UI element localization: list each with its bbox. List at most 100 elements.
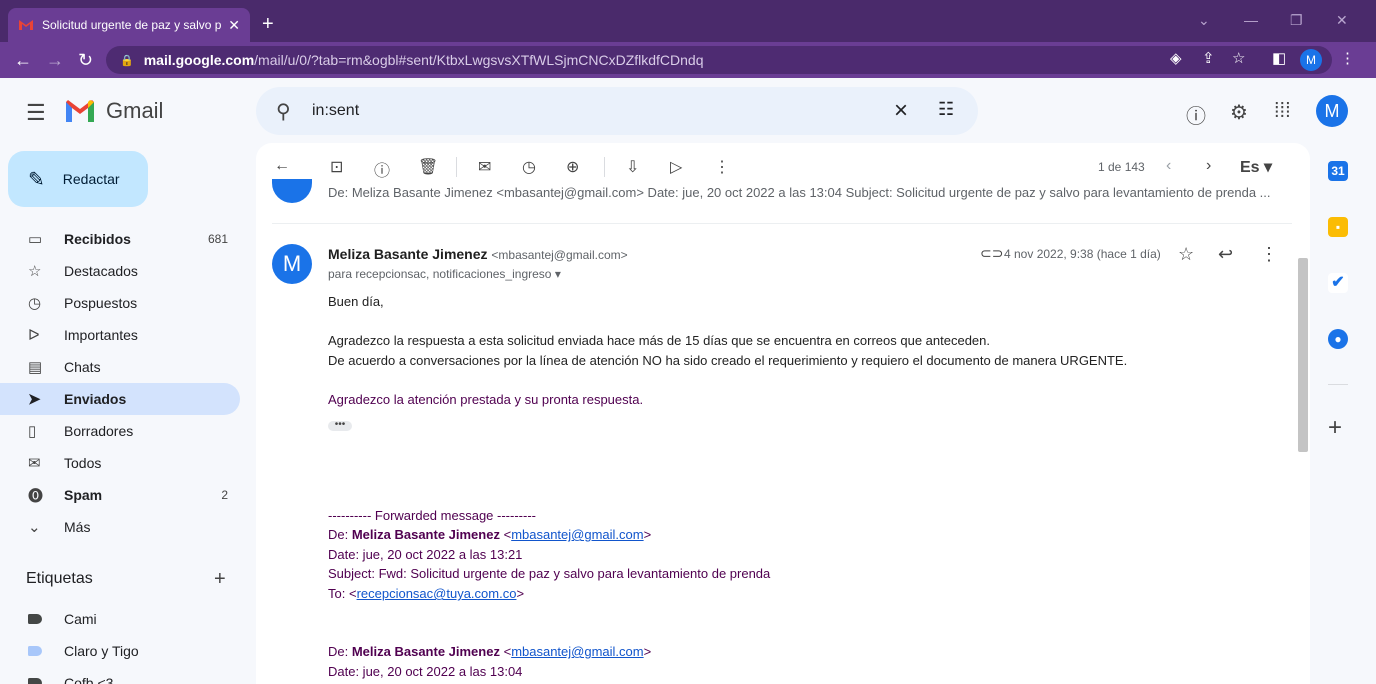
reply-icon[interactable]: ↩ — [1218, 244, 1233, 265]
message-more-icon[interactable]: ⋮ — [1260, 244, 1278, 265]
sidebar-item-label: Importantes — [64, 327, 138, 343]
sidebar-item-label: Recibidos — [64, 231, 131, 247]
sidebar-item-label: Más — [64, 519, 91, 535]
prev-page-icon[interactable]: ‹ — [1166, 157, 1171, 175]
tab-search-icon[interactable]: ⌄ — [1198, 12, 1210, 29]
lock-icon: 🔒 — [120, 54, 134, 67]
forwarded-from: De: Meliza Basante Jimenez <mbasantej@gm… — [328, 527, 652, 542]
forwarded-subject: Subject: Fwd: Solicitud urgente de paz y… — [328, 566, 771, 581]
eye-icon[interactable]: ◈ — [1170, 49, 1182, 67]
sidebar-item-chats[interactable]: ▤ Chats — [0, 351, 240, 383]
mark-unread-icon[interactable]: ✉ — [478, 157, 491, 177]
more-options-icon[interactable]: ⋮ — [714, 157, 730, 177]
label-name: Cami — [64, 611, 97, 627]
show-trimmed-button[interactable]: ••• — [328, 420, 352, 431]
add-label-icon[interactable]: + — [214, 568, 226, 591]
label-icon[interactable]: ▷ — [670, 157, 682, 177]
compose-button[interactable]: ✎ Redactar — [8, 151, 148, 207]
get-addons-icon[interactable]: + — [1328, 414, 1342, 442]
recipients-line[interactable]: para recepcionsac, notificaciones_ingres… — [328, 267, 561, 281]
forwarded-from-name: Meliza Basante Jimenez — [351, 527, 500, 542]
label-item[interactable]: Claro y Tigo — [28, 635, 139, 667]
sidebar-item-spam[interactable]: ⓿ Spam 2 — [0, 479, 240, 511]
apps-grid-icon[interactable]: ⁞⁞⁞ — [1274, 100, 1291, 123]
recipients-dropdown-icon[interactable]: ▾ — [555, 267, 561, 281]
sidebar-item-label: Enviados — [64, 391, 127, 407]
share-icon[interactable]: ⇪ — [1202, 49, 1215, 67]
star-icon: ☆ — [28, 263, 42, 280]
search-bar[interactable]: ⚲ in:sent × ☷ — [256, 87, 978, 135]
main-menu-icon[interactable]: ☰ — [26, 100, 46, 126]
forwarded2-from-email-link[interactable]: mbasantej@gmail.com — [511, 644, 643, 659]
browser-menu-icon[interactable]: ⋮ — [1340, 49, 1355, 67]
sidebar-item-label: Pospuestos — [64, 295, 138, 311]
labels-heading: Etiquetas — [26, 570, 93, 587]
sender-avatar[interactable]: M — [272, 244, 312, 284]
snooze-icon[interactable]: ◷ — [522, 157, 536, 177]
search-options-icon[interactable]: ☷ — [938, 99, 954, 120]
chat-icon: ▤ — [28, 359, 43, 376]
restore-icon[interactable]: ❐ — [1290, 12, 1303, 29]
back-icon[interactable]: ← — [14, 51, 32, 69]
sidebar-item-mas[interactable]: ⌄ Más — [0, 511, 240, 543]
move-to-icon[interactable]: ⇩ — [626, 157, 639, 177]
next-page-icon[interactable]: › — [1206, 157, 1211, 175]
star-message-icon[interactable]: ☆ — [1178, 244, 1194, 265]
gmail-logo-icon[interactable] — [64, 98, 96, 124]
pencil-icon: ✎ — [28, 168, 45, 191]
new-tab-icon[interactable]: + — [262, 12, 274, 36]
sidebar-item-recibidos[interactable]: ▭ Recibidos 681 — [0, 223, 240, 255]
send-icon: ➤ — [28, 391, 41, 408]
label-item[interactable]: Cami — [28, 603, 97, 635]
search-input[interactable]: in:sent — [312, 102, 359, 120]
gmail-favicon-icon — [19, 20, 33, 30]
input-tools-button[interactable]: Es ▾ — [1240, 157, 1272, 177]
help-icon[interactable]: ⓘ — [1186, 100, 1206, 129]
url-field[interactable]: 🔒 mail.google.com /mail/u/0/?tab=rm&ogbl… — [106, 46, 1332, 74]
spam-count: 2 — [221, 488, 228, 502]
report-spam-icon[interactable]: ⓘ — [374, 157, 390, 181]
browser-profile-avatar[interactable]: M — [1300, 49, 1322, 71]
url-path: /mail/u/0/?tab=rm&ogbl#sent/KtbxLwgsvsXT… — [254, 52, 704, 68]
forwarded-from-email-link[interactable]: mbasantej@gmail.com — [511, 527, 643, 542]
sender-email: <mbasantej@gmail.com> — [491, 248, 628, 262]
chevron-down-icon: ⌄ — [28, 519, 41, 536]
search-icon[interactable]: ⚲ — [276, 99, 291, 124]
tasks-icon[interactable]: ✔ — [1328, 273, 1348, 293]
previous-message-preview[interactable]: De: Meliza Basante Jimenez <mbasantej@gm… — [328, 185, 1276, 200]
back-to-list-icon[interactable]: ← — [274, 157, 290, 175]
field-prefix: De: — [328, 644, 352, 659]
attachment-icon: ⊂⊃ — [980, 245, 1004, 261]
tab-close-icon[interactable]: ✕ — [228, 17, 240, 34]
contacts-icon[interactable]: ● — [1328, 329, 1348, 349]
bookmark-star-icon[interactable]: ☆ — [1232, 49, 1245, 67]
sidebar-item-borradores[interactable]: ▯ Borradores — [0, 415, 240, 447]
clear-search-icon[interactable]: × — [894, 97, 908, 125]
sidebar-item-destacados[interactable]: ☆ Destacados — [0, 255, 240, 287]
window-close-icon[interactable]: ✕ — [1336, 12, 1348, 29]
label-item[interactable]: Cofb <3 — [28, 667, 113, 684]
archive-icon[interactable]: ⊡ — [330, 157, 343, 177]
side-panel-icon[interactable]: ◧ — [1272, 49, 1286, 67]
sender-name[interactable]: Meliza Basante Jimenez — [328, 246, 488, 262]
account-avatar[interactable]: M — [1316, 95, 1348, 127]
calendar-icon[interactable]: 31 — [1328, 161, 1348, 181]
forwarded-to-email-link[interactable]: recepcionsac@tuya.com.co — [357, 586, 517, 601]
sidebar-item-label: Borradores — [64, 423, 134, 439]
forward-icon[interactable]: → — [46, 51, 64, 69]
add-task-icon[interactable]: ⊕ — [566, 157, 579, 177]
scrollbar-thumb[interactable] — [1298, 258, 1308, 452]
sidebar-item-pospuestos[interactable]: ◷ Pospuestos — [0, 287, 240, 319]
sidebar-item-enviados[interactable]: ➤ Enviados — [0, 383, 240, 415]
sidebar-item-todos[interactable]: ✉ Todos — [0, 447, 240, 479]
browser-tab[interactable]: Solicitud urgente de paz y salvo p ✕ — [8, 8, 250, 42]
delete-icon[interactable]: 🗑 — [418, 157, 438, 177]
sidebar-item-importantes[interactable]: ᐅ Importantes — [0, 319, 240, 351]
settings-gear-icon[interactable]: ⚙ — [1230, 100, 1248, 125]
recipients-text: para recepcionsac, notificaciones_ingres… — [328, 267, 552, 281]
side-panel-divider — [1328, 384, 1348, 385]
spam-icon: ⓿ — [28, 487, 44, 505]
minimize-icon[interactable]: — — [1244, 12, 1258, 28]
keep-icon[interactable]: ▪ — [1328, 217, 1348, 237]
reload-icon[interactable]: ↻ — [78, 51, 93, 69]
